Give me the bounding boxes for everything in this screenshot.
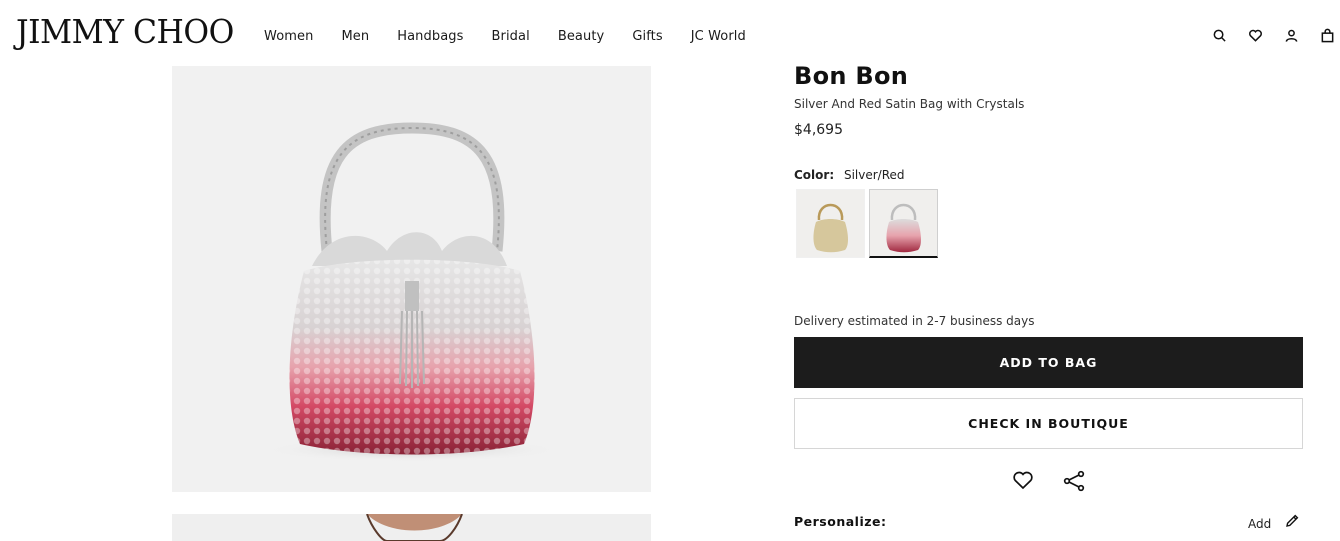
share-icon[interactable] [1062, 469, 1086, 493]
account-icon[interactable] [1282, 26, 1300, 44]
color-selector-label: Color: Silver/Red [794, 168, 905, 182]
product-title: Bon Bon [794, 62, 909, 90]
nav-item-gifts[interactable]: Gifts [632, 29, 662, 44]
product-subtitle: Silver And Red Satin Bag with Crystals [794, 97, 1025, 111]
nav-item-men[interactable]: Men [341, 29, 369, 44]
site-header: JIMMY CHOO Women Men Handbags Bridal Bea… [0, 0, 1340, 66]
color-swatch-gold[interactable] [796, 189, 865, 258]
nav-item-women[interactable]: Women [264, 29, 313, 44]
search-icon[interactable] [1210, 26, 1228, 44]
personalize-add-link[interactable]: Add [1248, 517, 1271, 531]
product-main-image[interactable] [172, 66, 651, 492]
color-swatch-silver-red[interactable] [869, 189, 938, 258]
model-illustration [366, 514, 463, 541]
gold-bag-thumbnail [813, 203, 848, 253]
pencil-icon[interactable] [1284, 513, 1300, 529]
color-label: Color: [794, 168, 835, 182]
heart-icon[interactable] [1246, 26, 1264, 44]
color-value: Silver/Red [843, 168, 905, 182]
nav-item-bridal[interactable]: Bridal [492, 29, 530, 44]
silver-red-bag-thumbnail [886, 203, 921, 253]
check-in-boutique-button[interactable]: CHECK IN BOUTIQUE [794, 398, 1303, 449]
header-icons [1210, 26, 1340, 44]
product-secondary-image[interactable] [172, 514, 651, 541]
nav-item-handbags[interactable]: Handbags [397, 29, 463, 44]
nav-item-jc-world[interactable]: JC World [691, 29, 746, 44]
brand-logo[interactable]: JIMMY CHOO [16, 12, 234, 51]
wishlist-heart-icon[interactable] [1011, 468, 1035, 492]
nav-item-beauty[interactable]: Beauty [558, 29, 605, 44]
add-to-bag-button[interactable]: ADD TO BAG [794, 337, 1303, 388]
bag-illustration [262, 122, 562, 462]
bag-icon[interactable] [1318, 26, 1336, 44]
personalize-label: Personalize: [794, 514, 887, 529]
product-price: $4,695 [794, 122, 843, 138]
main-nav: Women Men Handbags Bridal Beauty Gifts J… [264, 29, 774, 44]
delivery-estimate: Delivery estimated in 2-7 business days [794, 314, 1035, 328]
